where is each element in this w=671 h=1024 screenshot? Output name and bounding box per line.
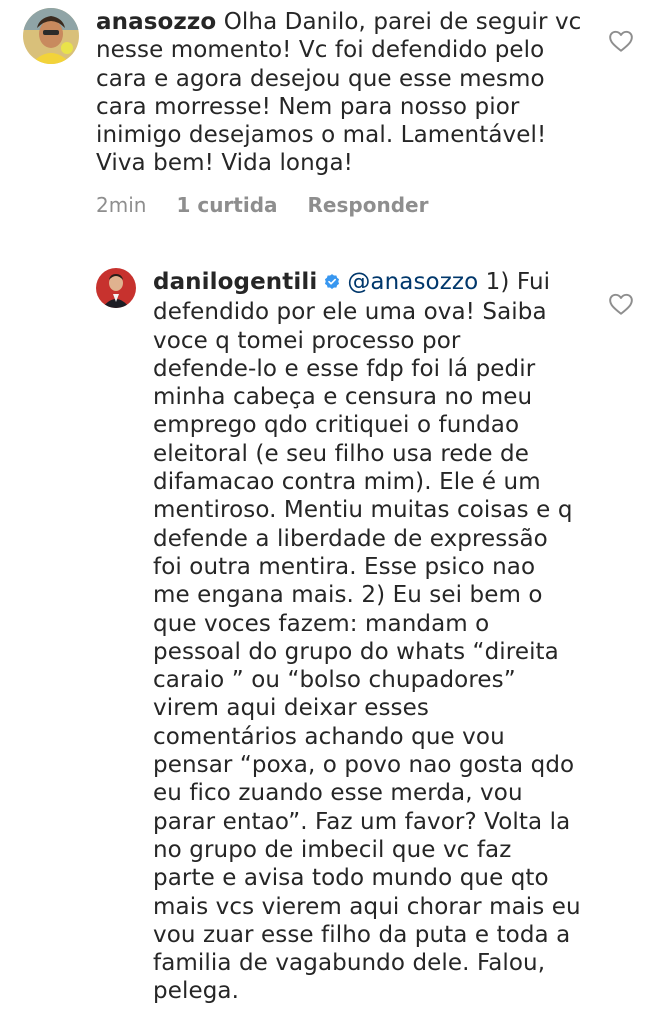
comment-content: 1) Fui defendido por ele uma ova! Saiba …: [153, 269, 581, 1005]
verified-badge-icon: [323, 270, 341, 298]
like-heart-icon[interactable]: [608, 291, 634, 317]
avatar-anasozzo[interactable]: [23, 8, 79, 64]
mention-link[interactable]: @anasozzo: [347, 269, 478, 295]
username-anasozzo[interactable]: anasozzo: [96, 9, 216, 35]
likes-count-link[interactable]: 1 curtida: [176, 193, 277, 217]
username-danilogentili[interactable]: danilogentili: [153, 269, 317, 295]
comment-danilogentili: danilogentili @anasozzo 1) Fui defendido …: [0, 240, 671, 1024]
comment-text-anasozzo: anasozzo Olha Danilo, parei de seguir vc…: [96, 8, 616, 178]
reply-button[interactable]: Responder: [308, 193, 429, 217]
comment-text-danilogentili: danilogentili @anasozzo 1) Fui defendido …: [153, 268, 613, 1006]
comment-anasozzo: anasozzo Olha Danilo, parei de seguir vc…: [0, 0, 671, 240]
like-heart-icon[interactable]: [608, 28, 634, 54]
avatar-danilogentili[interactable]: [96, 268, 136, 308]
comment-timestamp: 2min: [96, 193, 147, 217]
comment-meta-anasozzo: 2min 1 curtida Responder: [96, 193, 428, 217]
